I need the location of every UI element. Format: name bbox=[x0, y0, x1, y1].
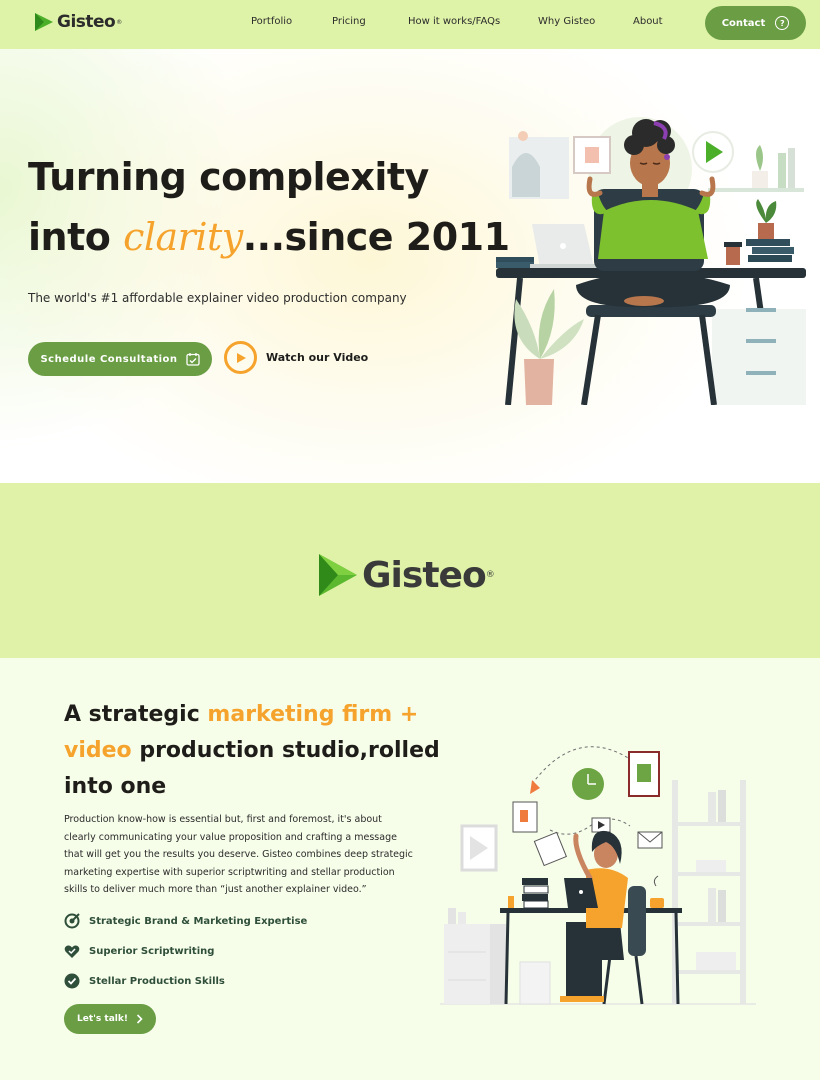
nav-link-portfolio[interactable]: Portfolio bbox=[251, 16, 292, 27]
band-brand-name: Gisteo bbox=[362, 554, 487, 596]
hero-section: Turning complexity into clarity...since … bbox=[0, 49, 820, 483]
feature-label: Strategic Brand & Marketing Expertise bbox=[89, 915, 308, 927]
play-logo-icon bbox=[35, 13, 53, 31]
hero-title-line-2: into clarity...since 2011 bbox=[28, 215, 510, 259]
about-heading-accent-1: marketing firm + bbox=[207, 702, 419, 727]
about-heading-line-2: video production studio,rolled bbox=[64, 738, 440, 763]
calendar-check-icon bbox=[185, 353, 200, 366]
watch-video-label: Watch our Video bbox=[266, 351, 369, 364]
nav-link-pricing[interactable]: Pricing bbox=[332, 16, 366, 27]
help-circle-icon: ? bbox=[775, 16, 790, 30]
schedule-consultation-button[interactable]: Schedule Consultation bbox=[28, 342, 212, 376]
brand-registered-mark: ® bbox=[116, 18, 123, 26]
target-check-icon bbox=[64, 913, 80, 929]
about-heading-post: production studio,rolled bbox=[131, 738, 440, 763]
feature-label: Stellar Production Skills bbox=[89, 975, 225, 987]
about-heading-line-3: into one bbox=[64, 774, 167, 799]
about-heading-line-1: A strategic marketing firm + bbox=[64, 702, 418, 727]
band-brand-registered-mark: ® bbox=[485, 570, 495, 580]
about-heading-accent-2: video bbox=[64, 738, 132, 763]
top-navigation: Gisteo ® Portfolio Pricing How it works/… bbox=[0, 0, 820, 49]
about-heading-pre: A strategic bbox=[64, 702, 208, 727]
nav-link-how-it-works[interactable]: How it works/FAQs bbox=[408, 16, 500, 27]
watch-video-link[interactable]: Watch our Video bbox=[224, 341, 368, 374]
lets-talk-button[interactable]: Let's talk! bbox=[64, 1004, 156, 1034]
schedule-label: Schedule Consultation bbox=[40, 353, 178, 365]
heart-check-icon bbox=[64, 945, 80, 958]
hero-title-accent: clarity bbox=[123, 215, 243, 259]
play-circle-icon bbox=[224, 341, 257, 374]
about-paragraph: Production know-how is essential but, fi… bbox=[64, 814, 413, 895]
nav-link-about[interactable]: About bbox=[633, 16, 663, 27]
feature-item-strategy: Strategic Brand & Marketing Expertise bbox=[64, 913, 307, 929]
contact-label: Contact bbox=[721, 17, 766, 29]
brand-name: Gisteo bbox=[57, 12, 116, 32]
about-section: A strategic marketing firm + video produ… bbox=[0, 658, 820, 1080]
brand-logo[interactable]: Gisteo ® bbox=[34, 12, 122, 32]
contact-button[interactable]: Contact ? bbox=[705, 6, 806, 40]
play-logo-icon bbox=[319, 554, 357, 596]
hero-title-pre: into bbox=[28, 215, 124, 259]
feature-item-production: Stellar Production Skills bbox=[64, 973, 225, 989]
hero-title-line-1: Turning complexity bbox=[28, 155, 429, 199]
band-brand-logo: Gisteo ® bbox=[318, 553, 495, 597]
hero-subtitle: The world's #1 affordable explainer vide… bbox=[28, 291, 407, 305]
check-circle-icon bbox=[64, 973, 80, 989]
feature-label: Superior Scriptwriting bbox=[89, 945, 215, 957]
brand-band: Gisteo ® bbox=[0, 483, 820, 658]
hero-illustration bbox=[496, 117, 806, 405]
workspace-illustration bbox=[440, 746, 756, 1005]
chevron-right-icon bbox=[136, 1014, 143, 1024]
feature-item-scriptwriting: Superior Scriptwriting bbox=[64, 943, 214, 959]
hero-title-post: ...since 2011 bbox=[242, 215, 510, 259]
nav-link-why-gisteo[interactable]: Why Gisteo bbox=[538, 16, 595, 27]
lets-talk-label: Let's talk! bbox=[77, 1014, 128, 1024]
